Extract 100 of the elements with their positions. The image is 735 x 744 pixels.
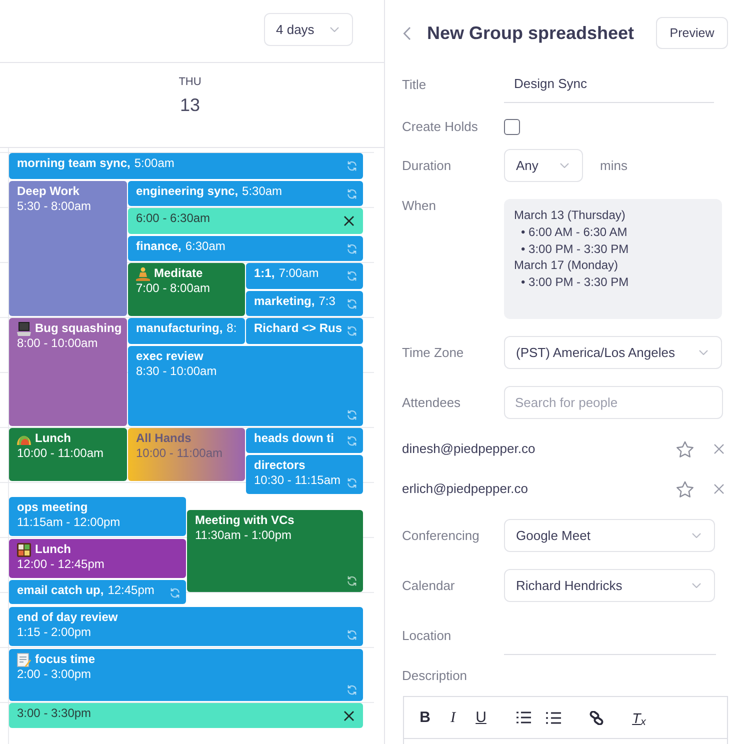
event-title: All Hands bbox=[136, 431, 192, 446]
bold-button[interactable]: B bbox=[418, 708, 432, 728]
calendar-event[interactable]: morning team sync, 5:00am bbox=[9, 153, 363, 179]
calendar-event[interactable]: focus time 2:00 - 3:00pm bbox=[9, 649, 363, 701]
field-label: Location bbox=[402, 629, 452, 643]
event-title: engineering sync, bbox=[136, 184, 238, 199]
event-title: ops meeting bbox=[17, 500, 88, 515]
event-time: 10:00 - 11:00am bbox=[136, 446, 223, 461]
event-title: Meeting with VCs bbox=[195, 513, 294, 528]
event-time: 8:00 - 10:00am bbox=[17, 336, 98, 351]
remove-icon[interactable] bbox=[714, 484, 724, 494]
field-label: Conferencing bbox=[402, 528, 480, 542]
calendar-event[interactable]: Lunch 10:00 - 11:00am bbox=[9, 428, 127, 481]
event-time: 3:00 - 3:30pm bbox=[17, 706, 92, 721]
calendar-event[interactable]: manufacturing, 8: bbox=[128, 318, 245, 344]
event-time: 1:15 - 2:00pm bbox=[17, 625, 92, 640]
attendee-email: erlich@piedpepper.co bbox=[402, 480, 528, 498]
event-time: 5:30am bbox=[242, 184, 282, 199]
calendar-event[interactable]: finance, 6:30am bbox=[128, 236, 363, 261]
numbered-list-icon[interactable] bbox=[516, 711, 530, 724]
laptop-icon bbox=[17, 322, 31, 336]
star-icon[interactable] bbox=[676, 480, 694, 498]
preview-button[interactable]: Preview bbox=[656, 17, 728, 49]
meditating-figure-icon bbox=[136, 266, 150, 280]
event-title: Richard <> Rus bbox=[254, 321, 342, 336]
calendar-event[interactable]: exec review 8:30 - 10:00am bbox=[128, 346, 363, 426]
event-time: 8:30 - 10:00am bbox=[136, 364, 217, 379]
event-time: 5:00am bbox=[134, 156, 174, 171]
event-title: directors bbox=[254, 458, 306, 473]
event-time: 11:15am - 12:00pm bbox=[17, 515, 120, 530]
calendar-event[interactable]: 6:00 - 6:30am bbox=[128, 208, 363, 234]
calendar-event[interactable]: Lunch 12:00 - 12:45pm bbox=[9, 539, 186, 578]
time-zone-select[interactable]: (PST) America/Los Angeles bbox=[504, 336, 722, 369]
field-label: Calendar bbox=[402, 578, 455, 592]
description-editor[interactable]: B I U T$_{x}$ bbox=[403, 696, 728, 744]
duration-select[interactable]: Any bbox=[504, 149, 583, 182]
event-time: 5:30 - 8:00am bbox=[17, 199, 92, 214]
event-time: 6:30am bbox=[185, 239, 226, 254]
calendar-select[interactable]: Richard Hendricks bbox=[504, 569, 715, 602]
panel-title: New Group spreadsheet bbox=[427, 22, 634, 45]
field-label: Create Holds bbox=[402, 120, 478, 134]
chevron-down-icon bbox=[692, 583, 701, 588]
chevron-down-icon bbox=[692, 533, 701, 538]
bulleted-list-icon[interactable] bbox=[546, 712, 560, 724]
calendar-event[interactable]: email catch up, 12:45pm bbox=[9, 580, 186, 604]
chevron-down-icon bbox=[560, 163, 569, 168]
unit-label: mins bbox=[600, 156, 628, 175]
event-time: 10:30 - 11:15am bbox=[254, 473, 341, 488]
checkbox[interactable] bbox=[504, 119, 520, 135]
field-label: Description bbox=[402, 669, 468, 683]
title-field[interactable]: Design Sync bbox=[504, 66, 714, 103]
calendar-event[interactable]: end of day review 1:15 - 2:00pm bbox=[9, 607, 363, 646]
event-time: 12:45pm bbox=[108, 583, 154, 598]
time-slot: • 6:00 AM - 6:30 AM bbox=[521, 224, 628, 240]
close-icon[interactable] bbox=[344, 711, 354, 721]
chevron-down-icon bbox=[330, 27, 339, 32]
time-slot: • 3:00 PM - 3:30 PM bbox=[521, 274, 629, 291]
calendar-event[interactable]: Richard <> Rus bbox=[246, 318, 363, 344]
calendar-event[interactable]: All Hands 10:00 - 11:00am bbox=[128, 428, 245, 481]
event-time: 6:00 - 6:30am bbox=[136, 211, 210, 226]
field-label: Duration bbox=[402, 158, 452, 172]
calendar-event[interactable]: Meditate 7:00 - 8:00am bbox=[128, 263, 245, 316]
event-time: 12:00 - 12:45pm bbox=[17, 557, 104, 572]
event-title: focus time bbox=[35, 652, 96, 667]
calendar-event[interactable]: engineering sync, 5:30am bbox=[128, 181, 363, 206]
event-title: Deep Work bbox=[17, 184, 80, 199]
field-label: Title bbox=[402, 78, 426, 92]
calendar-event[interactable]: marketing, 7:3 bbox=[246, 291, 363, 316]
event-title: exec review bbox=[136, 349, 204, 364]
memo-icon bbox=[17, 652, 31, 666]
view-select[interactable]: 4 days bbox=[264, 13, 353, 46]
weekday-label: THU bbox=[178, 75, 202, 89]
field-label: Time Zone bbox=[402, 346, 464, 360]
event-time: 7:00am bbox=[278, 266, 319, 281]
calendar-event[interactable]: Bug squashing 8:00 - 10:00am bbox=[9, 318, 127, 426]
event-time: 7:3 bbox=[318, 294, 336, 309]
calendar-event[interactable]: directors 10:30 - 11:15am bbox=[246, 455, 363, 494]
field-label: When bbox=[402, 199, 436, 213]
event-time: 2:00 - 3:00pm bbox=[17, 667, 92, 682]
event-time: 7:00 - 8:00am bbox=[136, 281, 210, 296]
event-title: finance, bbox=[136, 239, 182, 254]
italic-button[interactable]: I bbox=[447, 708, 459, 728]
star-icon[interactable] bbox=[676, 440, 694, 458]
calendar-event[interactable]: Meeting with VCs 11:30am - 1:00pm bbox=[187, 510, 363, 592]
underline-button[interactable]: U bbox=[474, 708, 488, 728]
calendar-event[interactable]: 3:00 - 3:30pm bbox=[9, 703, 363, 728]
event-time: 8: bbox=[226, 321, 237, 336]
close-icon[interactable] bbox=[344, 216, 354, 226]
link-icon[interactable] bbox=[588, 710, 604, 724]
event-title: marketing, bbox=[254, 294, 315, 309]
calendar-event[interactable]: ops meeting 11:15am - 12:00pm bbox=[9, 497, 186, 536]
calendar-event[interactable]: Deep Work 5:30 - 8:00am bbox=[9, 181, 127, 316]
attendee-search-field[interactable]: Search for people bbox=[504, 386, 723, 419]
conferencing-select[interactable]: Google Meet bbox=[504, 519, 715, 552]
back-icon[interactable] bbox=[403, 26, 411, 40]
remove-icon[interactable] bbox=[714, 444, 724, 454]
event-title: morning team sync, bbox=[17, 156, 130, 171]
calendar-event[interactable]: heads down ti bbox=[246, 428, 363, 453]
clear-format-button[interactable]: T$_{x}$ bbox=[632, 708, 646, 728]
calendar-event[interactable]: 1:1, 7:00am bbox=[246, 263, 363, 289]
